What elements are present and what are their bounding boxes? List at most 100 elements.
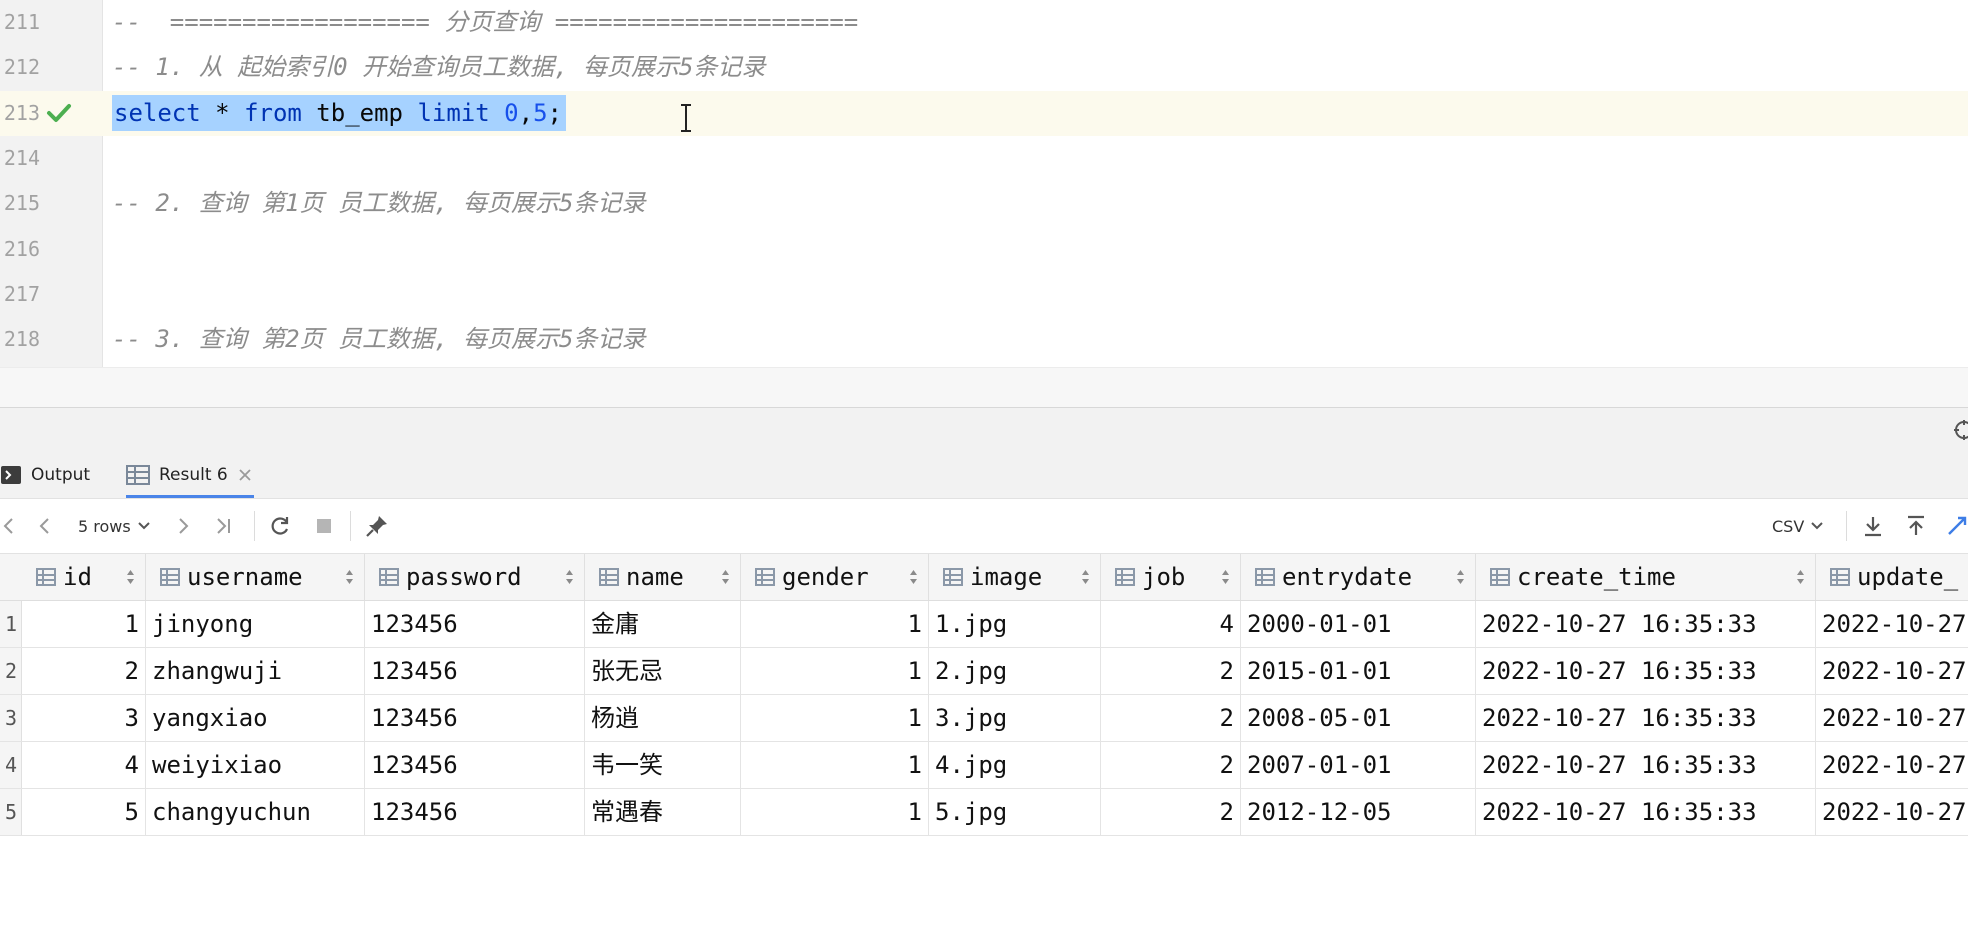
code-line-211[interactable]: 211 -- ================== 分页查询 =========… bbox=[0, 0, 1968, 45]
download-button[interactable] bbox=[1862, 514, 1884, 538]
cell-gender[interactable]: 1 bbox=[741, 789, 929, 835]
cell-password[interactable]: 123456 bbox=[365, 648, 585, 694]
last-page-button[interactable] bbox=[214, 514, 234, 538]
cell-update-time[interactable]: 2022-10-27 bbox=[1816, 648, 1968, 694]
code-line-212[interactable]: 212 -- 1. 从 起始索引0 开始查询员工数据, 每页展示5条记录 bbox=[0, 45, 1968, 90]
table-row[interactable]: 4 4 weiyixiao 123456 韦一笑 1 4.jpg 2 2007-… bbox=[0, 742, 1968, 789]
column-header-username[interactable]: username bbox=[146, 554, 365, 600]
cell-create-time[interactable]: 2022-10-27 16:35:33 bbox=[1476, 695, 1816, 741]
pin-tab-button[interactable] bbox=[365, 514, 389, 538]
column-header-gender[interactable]: gender bbox=[741, 554, 929, 600]
cell-job[interactable]: 4 bbox=[1101, 601, 1241, 647]
cell-username[interactable]: yangxiao bbox=[146, 695, 365, 741]
cell-password[interactable]: 123456 bbox=[365, 695, 585, 741]
cell-job[interactable]: 2 bbox=[1101, 789, 1241, 835]
cell-username[interactable]: weiyixiao bbox=[146, 742, 365, 788]
table-row[interactable]: 5 5 changyuchun 123456 常遇春 1 5.jpg 2 201… bbox=[0, 789, 1968, 836]
stop-button[interactable] bbox=[314, 514, 334, 538]
cell-name[interactable]: 常遇春 bbox=[585, 789, 741, 835]
cell-gender[interactable]: 1 bbox=[741, 601, 929, 647]
cell-entrydate[interactable]: 2008-05-01 bbox=[1241, 695, 1476, 741]
cell-id[interactable]: 4 bbox=[22, 742, 146, 788]
column-header-image[interactable]: image bbox=[929, 554, 1101, 600]
cell-image[interactable]: 5.jpg bbox=[929, 789, 1101, 835]
cell-password[interactable]: 123456 bbox=[365, 789, 585, 835]
cell-entrydate[interactable]: 2007-01-01 bbox=[1241, 742, 1476, 788]
cell-name[interactable]: 杨逍 bbox=[585, 695, 741, 741]
sort-icon[interactable] bbox=[1221, 569, 1230, 585]
cell-image[interactable]: 4.jpg bbox=[929, 742, 1101, 788]
cell-entrydate[interactable]: 2012-12-05 bbox=[1241, 789, 1476, 835]
cell-update-time[interactable]: 2022-10-27 bbox=[1816, 742, 1968, 788]
cell-id[interactable]: 3 bbox=[22, 695, 146, 741]
column-header-password[interactable]: password bbox=[365, 554, 585, 600]
export-format-select[interactable]: CSV bbox=[1772, 514, 1824, 538]
cell-update-time[interactable]: 2022-10-27 bbox=[1816, 789, 1968, 835]
cell-job[interactable]: 2 bbox=[1101, 742, 1241, 788]
cell-password[interactable]: 123456 bbox=[365, 601, 585, 647]
cell-create-time[interactable]: 2022-10-27 16:35:33 bbox=[1476, 742, 1816, 788]
code-line-214[interactable]: 214 bbox=[0, 136, 1968, 181]
sql-editor[interactable]: 211 -- ================== 分页查询 =========… bbox=[0, 0, 1968, 367]
cell-image[interactable]: 3.jpg bbox=[929, 695, 1101, 741]
first-page-button[interactable] bbox=[2, 514, 16, 538]
cell-create-time[interactable]: 2022-10-27 16:35:33 bbox=[1476, 648, 1816, 694]
cell-create-time[interactable]: 2022-10-27 16:35:33 bbox=[1476, 601, 1816, 647]
cell-username[interactable]: zhangwuji bbox=[146, 648, 365, 694]
sql-statement[interactable]: select * from tb_emp limit 0,5; bbox=[112, 91, 566, 136]
cell-password[interactable]: 123456 bbox=[365, 742, 585, 788]
code-line-218[interactable]: 218 -- 3. 查询 第2页 员工数据, 每页展示5条记录 bbox=[0, 317, 1968, 362]
cell-username[interactable]: jinyong bbox=[146, 601, 365, 647]
tab-result-6[interactable]: Result 6 bbox=[126, 452, 254, 498]
upload-button[interactable] bbox=[1905, 514, 1927, 538]
cell-entrydate[interactable]: 2000-01-01 bbox=[1241, 601, 1476, 647]
column-header-id[interactable]: id bbox=[22, 554, 146, 600]
cell-id[interactable]: 1 bbox=[22, 601, 146, 647]
sort-icon[interactable] bbox=[1456, 569, 1465, 585]
table-row[interactable]: 3 3 yangxiao 123456 杨逍 1 3.jpg 2 2008-05… bbox=[0, 695, 1968, 742]
column-header-entrydate[interactable]: entrydate bbox=[1241, 554, 1476, 600]
next-page-button[interactable] bbox=[176, 514, 190, 538]
cell-update-time[interactable]: 2022-10-27 bbox=[1816, 695, 1968, 741]
cell-name[interactable]: 张无忌 bbox=[585, 648, 741, 694]
cell-job[interactable]: 2 bbox=[1101, 695, 1241, 741]
cell-job[interactable]: 2 bbox=[1101, 648, 1241, 694]
compare-button[interactable] bbox=[1946, 514, 1968, 538]
column-header-job[interactable]: job bbox=[1101, 554, 1241, 600]
table-row[interactable]: 2 2 zhangwuji 123456 张无忌 1 2.jpg 2 2015-… bbox=[0, 648, 1968, 695]
close-icon[interactable] bbox=[238, 468, 252, 482]
sort-icon[interactable] bbox=[345, 569, 354, 585]
code-line-215[interactable]: 215 -- 2. 查询 第1页 员工数据, 每页展示5条记录 bbox=[0, 181, 1968, 226]
cell-update-time[interactable]: 2022-10-27 bbox=[1816, 601, 1968, 647]
cell-gender[interactable]: 1 bbox=[741, 695, 929, 741]
cell-image[interactable]: 1.jpg bbox=[929, 601, 1101, 647]
settings-icon[interactable] bbox=[1952, 418, 1968, 442]
column-header-update-time[interactable]: update_ bbox=[1816, 554, 1968, 600]
sort-icon[interactable] bbox=[1081, 569, 1090, 585]
sort-icon[interactable] bbox=[565, 569, 574, 585]
page-size-select[interactable]: 5 rows bbox=[78, 514, 151, 538]
cell-name[interactable]: 韦一笑 bbox=[585, 742, 741, 788]
cell-username[interactable]: changyuchun bbox=[146, 789, 365, 835]
cell-entrydate[interactable]: 2015-01-01 bbox=[1241, 648, 1476, 694]
cell-image[interactable]: 2.jpg bbox=[929, 648, 1101, 694]
cell-id[interactable]: 5 bbox=[22, 789, 146, 835]
sort-icon[interactable] bbox=[721, 569, 730, 585]
column-header-name[interactable]: name bbox=[585, 554, 741, 600]
sort-icon[interactable] bbox=[1796, 569, 1805, 585]
sort-icon[interactable] bbox=[909, 569, 918, 585]
table-row[interactable]: 1 1 jinyong 123456 金庸 1 1.jpg 4 2000-01-… bbox=[0, 601, 1968, 648]
prev-page-button[interactable] bbox=[38, 514, 52, 538]
code-line-217[interactable]: 217 bbox=[0, 272, 1968, 317]
code-line-213[interactable]: 213 select * from tb_emp limit 0,5; bbox=[0, 91, 1968, 136]
refresh-button[interactable] bbox=[269, 514, 291, 538]
cell-name[interactable]: 金庸 bbox=[585, 601, 741, 647]
cell-gender[interactable]: 1 bbox=[741, 648, 929, 694]
code-line-216[interactable]: 216 bbox=[0, 227, 1968, 272]
cell-id[interactable]: 2 bbox=[22, 648, 146, 694]
cell-gender[interactable]: 1 bbox=[741, 742, 929, 788]
tab-output[interactable]: Output bbox=[0, 452, 110, 498]
column-header-create-time[interactable]: create_time bbox=[1476, 554, 1816, 600]
sort-icon[interactable] bbox=[126, 569, 135, 585]
cell-create-time[interactable]: 2022-10-27 16:35:33 bbox=[1476, 789, 1816, 835]
